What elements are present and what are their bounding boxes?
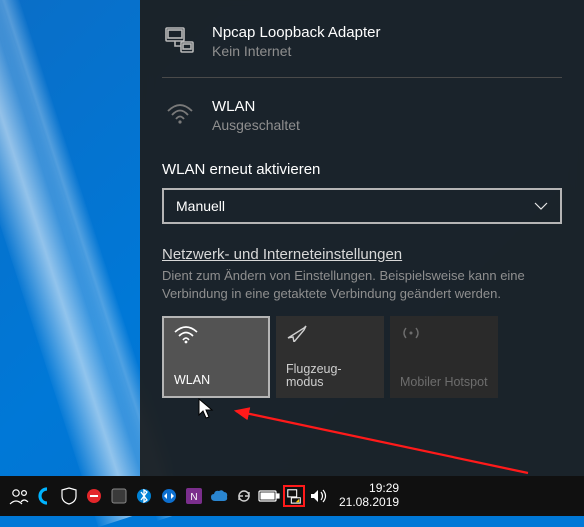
network-settings-desc: Dient zum Ändern von Einstellungen. Beis…	[162, 267, 562, 302]
app-icon[interactable]	[108, 485, 130, 507]
divider	[162, 77, 562, 78]
people-icon[interactable]	[8, 485, 30, 507]
teamviewer-icon[interactable]	[158, 485, 180, 507]
wifi-icon	[174, 326, 258, 348]
tile-hotspot: Mobiler Hotspot	[390, 316, 498, 398]
volume-icon[interactable]	[308, 485, 330, 507]
sync-icon[interactable]	[233, 485, 255, 507]
taskbar: N ! 19:29 21.08.2019	[0, 476, 584, 516]
onenote-icon[interactable]: N	[183, 485, 205, 507]
ethernet-icon	[164, 24, 196, 56]
network-settings-link[interactable]: Netzwerk- und Interneteinstellungen	[162, 246, 402, 263]
hotspot-icon	[400, 324, 488, 346]
bluetooth-icon[interactable]	[133, 485, 155, 507]
defender-icon[interactable]	[58, 485, 80, 507]
wlan-title: WLAN	[212, 98, 300, 115]
network-flyout: Npcap Loopback Adapter Kein Internet WLA…	[140, 0, 584, 476]
wlan-status: Ausgeschaltet	[212, 117, 300, 133]
network-tray-icon[interactable]: !	[283, 485, 305, 507]
tile-airplane[interactable]: Flugzeug- modus	[276, 316, 384, 398]
reactivate-dropdown[interactable]: Manuell	[162, 188, 562, 224]
adapter-item[interactable]: Npcap Loopback Adapter Kein Internet	[162, 18, 562, 73]
svg-text:N: N	[190, 492, 197, 503]
clock-date: 21.08.2019	[339, 496, 399, 510]
wlan-item[interactable]: WLAN Ausgeschaltet	[162, 92, 562, 147]
taskbar-clock[interactable]: 19:29 21.08.2019	[339, 482, 399, 510]
tile-airplane-label: Flugzeug- modus	[286, 363, 374, 391]
cloud-icon[interactable]	[208, 485, 230, 507]
wifi-icon	[164, 98, 196, 130]
svg-text:!: !	[298, 498, 299, 504]
battery-icon[interactable]	[258, 485, 280, 507]
tile-wlan[interactable]: WLAN	[162, 316, 270, 398]
adapter-title: Npcap Loopback Adapter	[212, 24, 380, 41]
clock-time: 19:29	[369, 482, 399, 496]
airplane-icon	[286, 324, 374, 346]
reactivate-label: WLAN erneut aktivieren	[162, 161, 562, 178]
tile-wlan-label: WLAN	[174, 374, 258, 388]
quick-action-tiles: WLAN Flugzeug- modus Mobiler Hotspot	[162, 316, 562, 398]
dropdown-value: Manuell	[176, 198, 225, 214]
chevron-down-icon	[534, 202, 548, 210]
logitech-icon[interactable]	[33, 485, 55, 507]
red-circle-icon[interactable]	[83, 485, 105, 507]
tile-hotspot-label: Mobiler Hotspot	[400, 376, 488, 390]
adapter-status: Kein Internet	[212, 43, 380, 59]
